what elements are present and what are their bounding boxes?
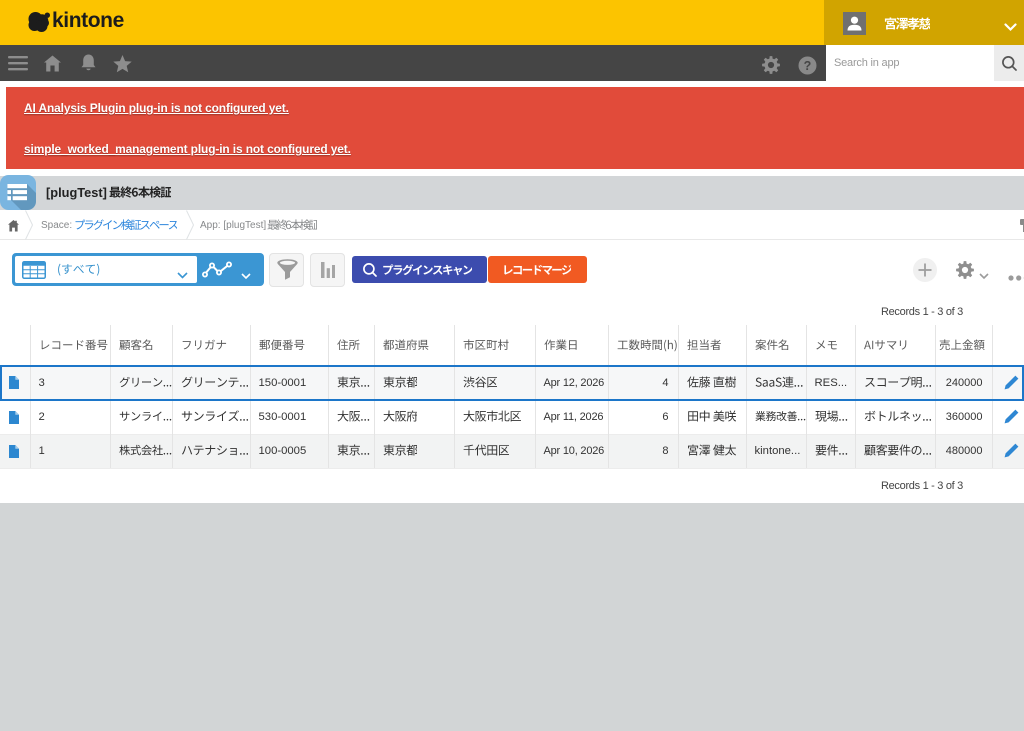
svg-text:?: ? (804, 59, 812, 73)
